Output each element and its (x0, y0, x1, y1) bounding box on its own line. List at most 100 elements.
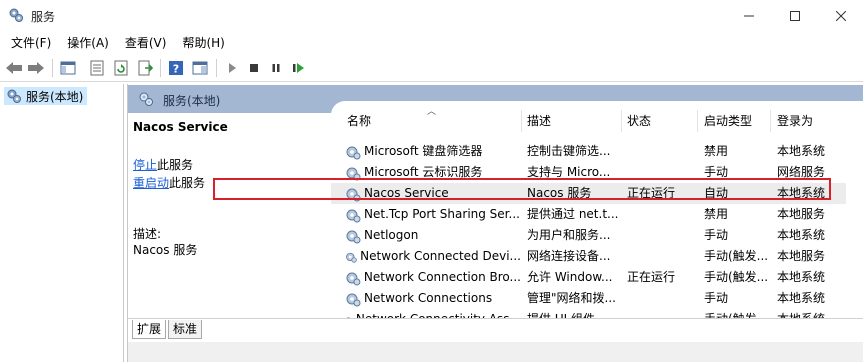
tree-item-services-local[interactable]: 服务(本地) (4, 87, 88, 105)
help-button[interactable]: ? (166, 58, 186, 78)
service-startup-cell: 手动(触发... (704, 270, 769, 284)
service-logon-cell: 本地服务 (777, 207, 826, 221)
start-service-icon (229, 63, 236, 73)
export-list-button[interactable] (135, 58, 155, 78)
column-header-status[interactable]: 状态 (621, 109, 697, 133)
start-service-button[interactable] (222, 58, 242, 78)
service-gear-icon (346, 252, 357, 263)
back-button[interactable] (4, 58, 24, 78)
service-startup-cell: 禁用 (704, 144, 729, 158)
menu-file[interactable]: 文件(F) (3, 32, 59, 54)
table-row[interactable]: Microsoft 云标识服务 支持与 Micro... 手动 网络服务 (331, 162, 846, 183)
service-description-cell: 为用户和服务... (527, 228, 611, 242)
service-gear-icon (346, 146, 361, 159)
tree-item-label: 服务(本地) (26, 89, 84, 104)
service-name: Network Connections (364, 291, 493, 305)
services-gear-icon (139, 92, 153, 106)
table-row[interactable]: Net.Tcp Port Sharing Ser... 提供通过 net.t...… (331, 204, 846, 225)
minimize-icon (744, 15, 754, 17)
restart-service-link[interactable]: 重启动 (133, 176, 169, 190)
service-status-cell (627, 309, 697, 318)
service-startup-cell: 手动(触发... (704, 309, 770, 318)
title-bar: 服务 (0, 0, 863, 32)
service-logon-cell: 本地系统 (777, 186, 826, 200)
maximize-icon (790, 11, 800, 21)
menu-view[interactable]: 查看(V) (117, 32, 175, 54)
stop-service-button[interactable] (244, 58, 264, 78)
service-name: Network Connectivity Ass... (356, 309, 521, 318)
services-list: ︿ 名称 描述 状态 启动类型 登录为 Microsoft 键盘筛选器 控制击键筛… (331, 101, 863, 318)
service-name: Microsoft 键盘筛选器 (364, 144, 483, 158)
restart-service-line: 重启动此服务 (133, 174, 205, 191)
tab-standard[interactable]: 标准 (168, 320, 203, 339)
table-row[interactable]: Nacos Service Nacos 服务 正在运行 自动 本地系统 (331, 183, 846, 204)
menu-help[interactable]: 帮助(H) (174, 32, 232, 54)
column-header-name[interactable]: 名称 (341, 109, 527, 133)
menu-action[interactable]: 操作(A) (59, 32, 117, 54)
service-name-cell: Nacos Service (345, 183, 521, 204)
service-status-cell (627, 162, 697, 183)
service-status-cell (627, 246, 697, 267)
service-description-cell: 提供 UI 组件... (527, 309, 621, 318)
service-name-cell: Network Connected Devi... (345, 246, 521, 267)
service-name: Net.Tcp Port Sharing Ser... (364, 207, 520, 221)
column-header-startup-type[interactable]: 启动类型 (698, 109, 770, 133)
service-gear-icon (346, 230, 361, 243)
column-header-log-on-as[interactable]: 登录为 (771, 109, 843, 133)
service-description-cell: 支持与 Micro... (527, 165, 611, 179)
service-description-cell: 控制击键筛选... (527, 144, 611, 158)
refresh-button[interactable] (111, 58, 131, 78)
table-row[interactable]: Network Connection Bro... 允许 Window... 正在运… (331, 267, 846, 288)
back-arrow-icon (6, 62, 22, 74)
table-row[interactable]: Microsoft 键盘筛选器 控制击键筛选... 禁用 本地系统 (331, 141, 846, 162)
service-startup-cell: 自动 (704, 186, 729, 200)
service-startup-cell: 禁用 (704, 207, 729, 221)
console-tree-button[interactable] (58, 58, 78, 78)
forward-button[interactable] (26, 58, 46, 78)
service-name-cell: Network Connections (345, 288, 521, 309)
stop-service-line: 停止此服务 (133, 156, 193, 173)
service-name-cell: Microsoft 云标识服务 (345, 162, 521, 183)
stop-service-suffix: 此服务 (157, 158, 194, 172)
menu-bar: 文件(F) 操作(A) 查看(V) 帮助(H) (0, 32, 863, 54)
service-gear-icon (346, 188, 361, 201)
table-row[interactable]: Network Connections 管理"网络和拨... 手动 本地系统 (331, 288, 846, 309)
close-icon (836, 11, 846, 21)
maximize-button[interactable] (772, 0, 818, 32)
service-logon-cell: 本地系统 (777, 228, 826, 242)
export-list-icon (138, 60, 153, 76)
pause-service-button[interactable] (266, 58, 286, 78)
service-name-cell: Netlogon (345, 225, 521, 246)
table-row[interactable]: Network Connected Devi... 网络连接设备... 手动(触发.… (331, 246, 846, 267)
service-logon-cell: 本地系统 (777, 291, 826, 305)
service-name: Netlogon (364, 228, 419, 242)
service-status-cell (627, 204, 697, 225)
show-hide-pane-button[interactable] (190, 58, 210, 78)
service-name-cell: Net.Tcp Port Sharing Ser... (345, 204, 521, 225)
service-description-cell: 管理"网络和拨... (527, 291, 616, 305)
properties-button[interactable] (87, 58, 107, 78)
forward-arrow-icon (28, 62, 44, 74)
service-description-cell: Nacos 服务 (527, 186, 592, 200)
svg-text:?: ? (173, 63, 179, 76)
service-name: Network Connection Bro... (363, 270, 521, 284)
service-status-cell (627, 225, 697, 246)
selected-service-name: Nacos Service (133, 120, 228, 134)
services-pane: 服务(本地) Nacos Service 停止此服务 重启动此服务 描述: Na… (127, 84, 863, 362)
stop-service-icon (250, 64, 258, 72)
column-header-description[interactable]: 描述 (521, 109, 621, 133)
service-name: Nacos Service (364, 186, 449, 200)
service-name-cell: Network Connectivity Ass... (345, 309, 521, 318)
table-row[interactable]: Netlogon 为用户和服务... 手动 本地系统 (331, 225, 846, 246)
refresh-icon (114, 60, 128, 76)
minimize-button[interactable] (726, 0, 772, 32)
stop-service-link[interactable]: 停止 (133, 158, 157, 172)
services-gear-icon (9, 8, 23, 22)
service-description-cell: 允许 Window... (527, 270, 613, 284)
tab-extended[interactable]: 扩展 (132, 320, 167, 339)
table-row[interactable]: Network Connectivity Ass... 提供 UI 组件... 手动… (331, 309, 846, 318)
service-status-cell (627, 288, 697, 309)
close-button[interactable] (818, 0, 863, 32)
service-startup-cell: 手动 (704, 291, 729, 305)
restart-service-button[interactable] (289, 58, 309, 78)
